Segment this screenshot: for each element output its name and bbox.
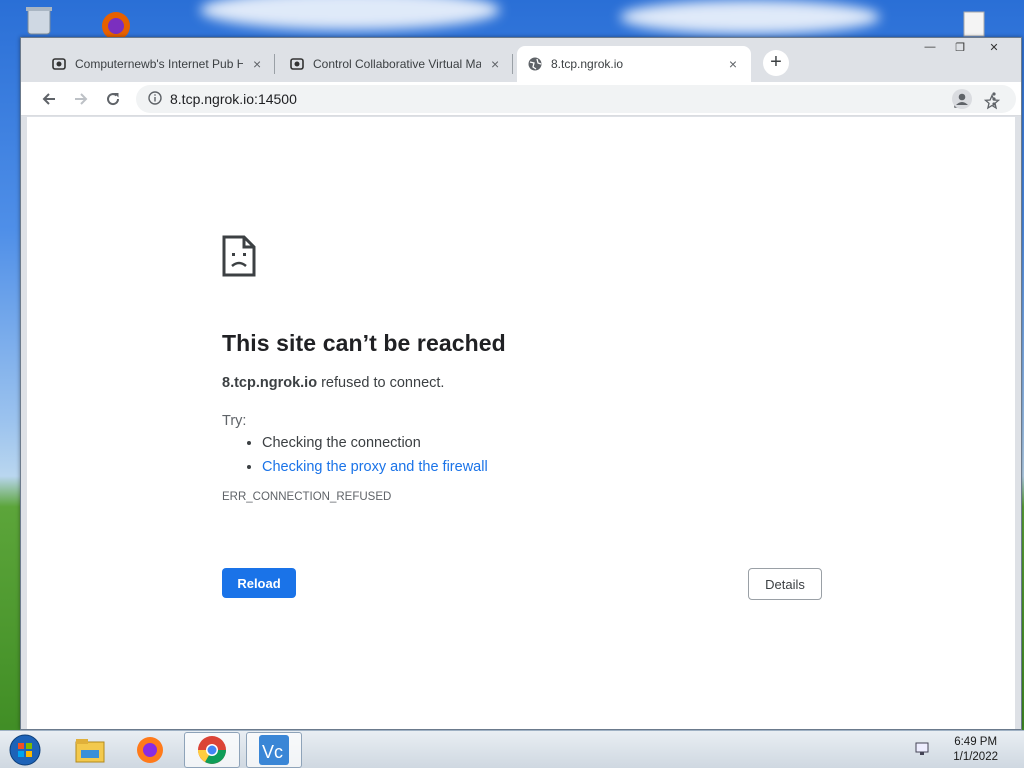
- suggestion-list: Checking the connection Checking the pro…: [262, 435, 832, 475]
- desktop-cloud: [620, 0, 880, 34]
- kebab-menu-icon: [992, 91, 996, 106]
- tab-title: Control Collaborative Virtual Ma: [313, 57, 482, 71]
- tab-close-icon[interactable]: ×: [725, 56, 741, 72]
- taskbar-firefox[interactable]: [122, 732, 178, 768]
- firefox-icon: [137, 737, 163, 763]
- tab-title: 8.tcp.ngrok.io: [551, 57, 624, 71]
- tab-ngrok[interactable]: 8.tcp.ngrok.io ×: [517, 46, 751, 82]
- suggestion-item: Checking the connection: [262, 435, 832, 451]
- refresh-icon: [107, 92, 120, 105]
- start-button[interactable]: [5, 733, 45, 767]
- tab-strip: Computernewb's Internet Pub H × Control …: [21, 38, 1021, 82]
- back-button[interactable]: [33, 83, 65, 115]
- proxy-firewall-link[interactable]: Checking the proxy and the firewall: [262, 459, 832, 475]
- clock-date: 1/1/2022: [953, 751, 998, 763]
- computernewb-favicon-icon: [51, 56, 67, 72]
- try-label: Try:: [222, 413, 247, 429]
- minimize-button[interactable]: —: [915, 38, 945, 56]
- windows-orb-icon: [9, 734, 41, 766]
- new-tab-button[interactable]: +: [763, 50, 789, 76]
- profile-button[interactable]: [946, 83, 978, 115]
- error-code: ERR_CONNECTION_REFUSED: [222, 491, 392, 503]
- menu-button[interactable]: [978, 83, 1010, 115]
- url-text: 8.tcp.ngrok.io:14500: [170, 91, 297, 107]
- tab-title: Computernewb's Internet Pub H: [75, 57, 244, 71]
- error-message-text: refused to connect.: [317, 375, 445, 391]
- folder-icon: [75, 739, 105, 763]
- restore-button[interactable]: ❐: [945, 38, 975, 56]
- browser-toolbar: 8.tcp.ngrok.io:14500: [21, 82, 1021, 116]
- tab-close-icon[interactable]: ×: [249, 56, 265, 72]
- error-message: 8.tcp.ngrok.io refused to connect.: [222, 375, 832, 391]
- vnc-viewer-icon: Vc: [259, 735, 289, 765]
- clock-time: 6:49 PM: [954, 736, 998, 748]
- tab-control-collaborative[interactable]: Control Collaborative Virtual Ma ×: [279, 46, 513, 82]
- tab-close-icon[interactable]: ×: [487, 56, 503, 72]
- tab-computernewb[interactable]: Computernewb's Internet Pub H ×: [41, 46, 275, 82]
- reload-button[interactable]: Reload: [222, 568, 296, 598]
- avatar-icon: [952, 88, 972, 109]
- taskbar-file-explorer[interactable]: [62, 732, 118, 768]
- error-host: 8.tcp.ngrok.io: [222, 375, 318, 391]
- taskbar-chrome[interactable]: [184, 732, 240, 768]
- network-tray-icon[interactable]: [914, 740, 932, 763]
- recycle-bin-icon[interactable]: [22, 4, 56, 36]
- taskbar: Vc 6:49 PM 1/1/2022: [0, 730, 1024, 768]
- system-clock[interactable]: 6:49 PM 1/1/2022: [953, 735, 998, 765]
- details-button[interactable]: Details: [748, 568, 822, 600]
- chrome-icon: [198, 736, 226, 764]
- sad-document-icon: [222, 235, 832, 282]
- reload-toolbar-button[interactable]: [97, 83, 129, 115]
- error-title: This site can’t be reached: [222, 330, 506, 356]
- close-window-button[interactable]: ✕: [979, 38, 1009, 56]
- svg-text:Vc: Vc: [262, 742, 283, 762]
- desktop-cloud: [200, 0, 500, 30]
- page-content: This site can’t be reached 8.tcp.ngrok.i…: [27, 117, 1015, 729]
- globe-icon: [527, 56, 543, 72]
- document-desktop-icon[interactable]: [956, 10, 992, 38]
- browser-window: Computernewb's Internet Pub H × Control …: [20, 37, 1022, 730]
- info-icon[interactable]: [148, 90, 162, 108]
- firefox-desktop-icon[interactable]: [94, 6, 138, 40]
- address-bar[interactable]: 8.tcp.ngrok.io:14500: [136, 85, 1016, 113]
- forward-button[interactable]: [65, 83, 97, 115]
- error-panel: This site can’t be reached 8.tcp.ngrok.i…: [222, 235, 832, 503]
- computernewb-favicon-icon: [289, 56, 305, 72]
- forward-arrow-icon: [75, 92, 88, 105]
- back-arrow-icon: [42, 92, 55, 105]
- taskbar-vnc-viewer[interactable]: Vc: [246, 732, 302, 768]
